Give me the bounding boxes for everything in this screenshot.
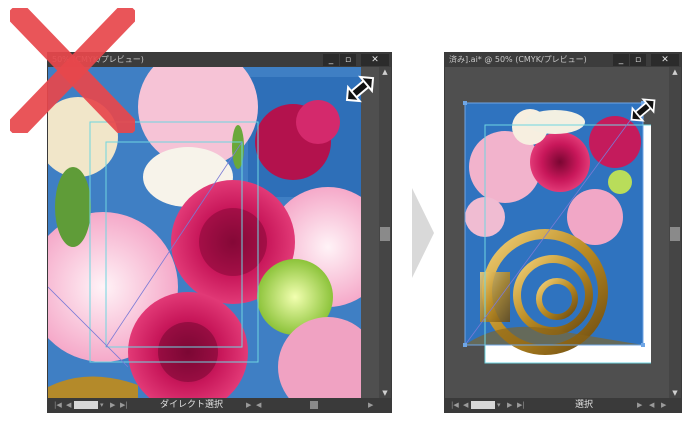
right-hscroll-left-icon[interactable]: ◀ xyxy=(649,398,654,412)
right-scroll-down-arrow[interactable]: ▼ xyxy=(669,388,681,398)
x-mark-icon xyxy=(10,8,135,133)
left-current-tool-label: ダイレクト選択 xyxy=(160,400,224,410)
left-vertical-scrollbar[interactable]: ▲ ▼ xyxy=(379,67,391,398)
right-minimize-button[interactable]: _ xyxy=(613,54,629,66)
chevron-right-icon xyxy=(412,188,434,278)
left-artboard-number-field[interactable] xyxy=(74,401,98,409)
right-current-tool-label: 選択 xyxy=(575,400,594,410)
left-hscroll-right-icon[interactable]: ▶ xyxy=(368,398,373,412)
left-status-bar: |◀ ◀ ▾ ▶ ▶| ダイレクト選択 ▶ ◀ ▶ xyxy=(48,398,391,412)
right-scroll-thumb[interactable] xyxy=(670,227,680,241)
left-last-artboard-icon[interactable]: ▶| xyxy=(120,398,128,412)
left-scroll-down-arrow[interactable]: ▼ xyxy=(379,388,391,398)
right-status-bar: |◀ ◀ ▾ ▶ ▶| 選択 ▶ ◀ ▶ xyxy=(445,398,681,412)
left-first-artboard-icon[interactable]: |◀ xyxy=(54,398,62,412)
right-resize-cursor-icon xyxy=(630,98,656,122)
left-hscroll-left-icon[interactable]: ◀ xyxy=(256,398,261,412)
left-minimize-button[interactable]: _ xyxy=(323,54,339,66)
right-artboard-canvas[interactable] xyxy=(445,67,651,398)
left-prev-artboard-icon[interactable]: ◀ xyxy=(66,398,71,412)
right-artboard-number-field[interactable] xyxy=(471,401,495,409)
left-scroll-thumb[interactable] xyxy=(380,227,390,241)
right-scroll-up-arrow[interactable]: ▲ xyxy=(669,67,681,77)
right-next-artboard-icon[interactable]: ▶ xyxy=(507,398,512,412)
left-resize-cursor-icon xyxy=(345,75,375,103)
left-next-artboard-icon[interactable]: ▶ xyxy=(110,398,115,412)
right-window-title: 済み].ai* @ 50% (CMYK/プレビュー) xyxy=(449,55,587,64)
right-last-artboard-icon[interactable]: ▶| xyxy=(517,398,525,412)
left-hscroll-thumb[interactable] xyxy=(310,401,318,409)
left-scroll-up-arrow[interactable]: ▲ xyxy=(379,67,391,77)
left-maximize-button[interactable]: ▫ xyxy=(340,54,356,66)
right-vertical-scrollbar[interactable]: ▲ ▼ xyxy=(669,67,681,398)
left-status-menu-icon[interactable]: ▶ xyxy=(246,398,251,412)
right-status-menu-icon[interactable]: ▶ xyxy=(637,398,642,412)
right-maximize-button[interactable]: ▫ xyxy=(630,54,646,66)
left-close-button[interactable]: ✕ xyxy=(361,54,389,66)
left-artboard-dropdown-icon[interactable]: ▾ xyxy=(100,398,104,412)
right-hscroll-right-icon[interactable]: ▶ xyxy=(661,398,666,412)
right-artboard-dropdown-icon[interactable]: ▾ xyxy=(497,398,501,412)
right-prev-artboard-icon[interactable]: ◀ xyxy=(463,398,468,412)
right-first-artboard-icon[interactable]: |◀ xyxy=(451,398,459,412)
right-close-button[interactable]: ✕ xyxy=(651,54,679,66)
right-artwork xyxy=(445,67,651,398)
